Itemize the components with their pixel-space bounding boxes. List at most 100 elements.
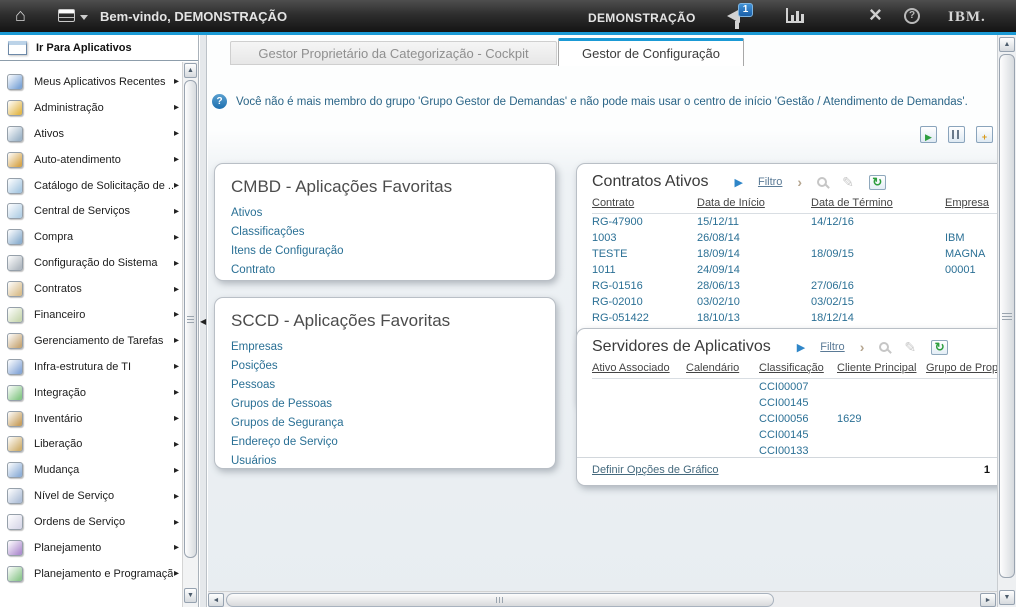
- chart-options-link[interactable]: Definir Opções de Gráfico: [592, 464, 719, 476]
- sidebar-item[interactable]: Meus Aplicativos Recentes▸: [0, 69, 182, 95]
- reports-chart-icon[interactable]: [786, 8, 804, 23]
- home-icon[interactable]: ⌂: [15, 5, 26, 26]
- tab-gestor-configuracao[interactable]: Gestor de Configuração: [558, 38, 744, 66]
- favorite-app-link[interactable]: Contrato: [231, 261, 539, 280]
- logout-close-icon[interactable]: ×: [869, 2, 882, 28]
- column-header-link[interactable]: Classificação: [759, 362, 824, 374]
- tab-gestor-proprietario[interactable]: Gestor Proprietário da Categorização - C…: [230, 41, 557, 65]
- scroll-up-button[interactable]: ▲: [184, 63, 197, 78]
- favorite-app-link[interactable]: Posições: [231, 357, 539, 376]
- sidebar-item-label: Ativos: [34, 128, 173, 140]
- search-icon[interactable]: [879, 342, 889, 352]
- sidebar-item[interactable]: Nível de Serviço▸: [0, 483, 182, 509]
- submenu-arrow-icon: ▸: [174, 154, 179, 165]
- favorite-app-link[interactable]: Classificações: [231, 223, 539, 242]
- favorite-app-link[interactable]: Endereço de Serviço: [231, 433, 539, 452]
- table-row[interactable]: 101124/09/1400001: [592, 262, 997, 278]
- go-to-applications-header[interactable]: Ir Para Aplicativos: [0, 35, 198, 61]
- table-row[interactable]: 100326/08/14IBM: [592, 230, 997, 246]
- table-row[interactable]: RG-05142218/10/1318/12/14: [592, 310, 997, 326]
- column-header-link[interactable]: Grupo de Propri: [926, 362, 997, 374]
- profile-icon[interactable]: [846, 7, 864, 25]
- sidebar-item[interactable]: Auto-atendimento▸: [0, 147, 182, 173]
- table-row[interactable]: RG-4790015/12/1114/12/16: [592, 214, 997, 231]
- sidebar-item[interactable]: Infra-estrutura de TI▸: [0, 354, 182, 380]
- sidebar-item[interactable]: Compra▸: [0, 224, 182, 250]
- scroll-up-button[interactable]: ▲: [999, 37, 1015, 52]
- sidebar-scrollbar[interactable]: ▲ ▼: [182, 62, 198, 607]
- collapse-sidebar-icon[interactable]: ◀: [200, 317, 206, 326]
- scrollbar-thumb[interactable]: [999, 54, 1015, 578]
- vertical-scrollbar[interactable]: ▲ ▼: [997, 35, 1016, 607]
- table-row[interactable]: RG-0151628/06/1327/06/16: [592, 278, 997, 294]
- column-header-link[interactable]: Calendário: [686, 362, 739, 374]
- table-row[interactable]: CCI00007: [592, 379, 997, 396]
- filter-link[interactable]: Filtro: [820, 341, 844, 353]
- table-row[interactable]: TESTE18/09/1418/09/15MAGNA: [592, 246, 997, 262]
- modify-template-icon[interactable]: [948, 126, 965, 143]
- column-header-link[interactable]: Data de Término: [811, 197, 893, 209]
- filter-link[interactable]: Filtro: [758, 176, 782, 188]
- it-infrastructure-icon: [7, 359, 23, 375]
- sidebar-splitter[interactable]: ◀: [200, 35, 207, 607]
- column-header-link[interactable]: Empresa: [945, 197, 989, 209]
- sidebar-item[interactable]: Planejamento e Programação▸: [0, 561, 182, 587]
- sidebar-item[interactable]: Inventário▸: [0, 406, 182, 432]
- portlet-servidores-aplicativos: Servidores de Aplicativos ▶ Filtro › ✎ ↻…: [576, 328, 997, 486]
- column-header-link[interactable]: Contrato: [592, 197, 634, 209]
- table-row[interactable]: CCI000561629: [592, 411, 997, 427]
- menu-caret-icon[interactable]: [80, 15, 88, 20]
- refresh-icon[interactable]: ↻: [869, 175, 886, 190]
- sidebar-item[interactable]: Ativos▸: [0, 121, 182, 147]
- help-icon[interactable]: ?: [904, 8, 920, 24]
- search-icon[interactable]: [817, 177, 827, 187]
- favorite-app-link[interactable]: Itens de Configuração: [231, 242, 539, 261]
- submenu-arrow-icon: ▸: [174, 387, 179, 398]
- sidebar-item[interactable]: Central de Serviços▸: [0, 198, 182, 224]
- sidebar-item[interactable]: Gerenciamento de Tarefas▸: [0, 328, 182, 354]
- table-row[interactable]: RG-0201003/02/1003/02/15: [592, 294, 997, 310]
- scroll-down-button[interactable]: ▼: [999, 590, 1015, 605]
- sidebar-item[interactable]: Financeiro▸: [0, 302, 182, 328]
- edit-filter-icon[interactable]: ✎: [842, 174, 854, 191]
- scroll-down-button[interactable]: ▼: [184, 588, 197, 603]
- sidebar-item[interactable]: Mudança▸: [0, 457, 182, 483]
- sidebar-item[interactable]: Configuração do Sistema▸: [0, 250, 182, 276]
- submenu-arrow-icon: ▸: [174, 517, 179, 528]
- scrollbar-thumb[interactable]: [184, 80, 197, 558]
- sidebar-item[interactable]: Ordens de Serviço▸: [0, 509, 182, 535]
- sidebar-item[interactable]: Catálogo de Solicitação de ..▸: [0, 173, 182, 199]
- favorite-app-link[interactable]: Pessoas: [231, 376, 539, 395]
- scroll-left-button[interactable]: ◄: [208, 593, 224, 607]
- display-settings-icon[interactable]: ▶: [920, 126, 937, 143]
- refresh-icon[interactable]: ↻: [931, 340, 948, 355]
- column-header-link[interactable]: Cliente Principal: [837, 362, 916, 374]
- scrollbar-thumb[interactable]: [226, 593, 774, 607]
- new-portlet-icon[interactable]: +: [976, 126, 993, 143]
- table-cell: [926, 427, 997, 443]
- favorite-app-link[interactable]: Grupos de Pessoas: [231, 395, 539, 414]
- edit-filter-icon[interactable]: ✎: [904, 339, 916, 356]
- sidebar-item[interactable]: Contratos▸: [0, 276, 182, 302]
- filter-toggle-icon[interactable]: ▶: [797, 341, 805, 354]
- sidebar-item-label: Central de Serviços: [34, 205, 173, 217]
- scroll-right-button[interactable]: ►: [980, 593, 996, 607]
- favorite-app-link[interactable]: Ativos: [231, 204, 539, 223]
- sidebar-item[interactable]: Integração▸: [0, 380, 182, 406]
- horizontal-scrollbar[interactable]: ◄ ►: [208, 591, 997, 607]
- filter-toggle-icon[interactable]: ▶: [735, 176, 743, 189]
- favorite-app-link[interactable]: Empresas: [231, 338, 539, 357]
- favorite-app-link[interactable]: Usuários: [231, 452, 539, 471]
- sidebar-item[interactable]: Planejamento▸: [0, 535, 182, 561]
- sidebar-item[interactable]: Administração▸: [0, 95, 182, 121]
- favorite-app-link[interactable]: Grupos de Segurança: [231, 414, 539, 433]
- table-cell: 03/02/10: [697, 294, 811, 310]
- column-header-link[interactable]: Data de Início: [697, 197, 765, 209]
- column-header-link[interactable]: Ativo Associado: [592, 362, 670, 374]
- applications-menu-icon[interactable]: [58, 9, 75, 22]
- table-header-row: Ativo Associado Calendário Classificação Cl…: [592, 360, 997, 379]
- table-cell: RG-01516: [592, 278, 697, 294]
- sidebar-item[interactable]: Liberação▸: [0, 431, 182, 457]
- table-row[interactable]: CCI00145: [592, 427, 997, 443]
- table-row[interactable]: CCI00145: [592, 395, 997, 411]
